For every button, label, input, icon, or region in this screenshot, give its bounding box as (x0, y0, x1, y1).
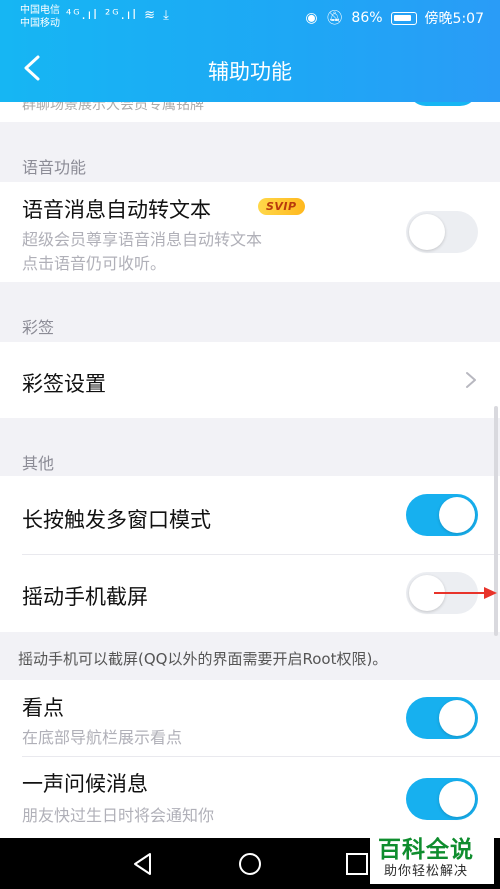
kandian-desc: 在底部导航栏展示看点 (22, 728, 183, 747)
shake-screenshot-title: 摇动手机截屏 (22, 585, 148, 609)
settings-list: 群聊场景展示大会员专属铭牌 语音功能 语音消息自动转文本 SVIP 超级会员尊享… (0, 102, 500, 838)
chevron-right-icon (466, 372, 476, 388)
status-bar: 中国电信 中国移动 ⁴ᴳ.ıl ²ᴳ.ıl ≋ ⤓ ◉ 🔕︎ 86% 傍晚5:0… (0, 0, 500, 36)
section-header-voice: 语音功能 (22, 158, 87, 177)
scrollbar[interactable] (494, 406, 498, 636)
status-right: ◉ 🔕︎ 86% 傍晚5:07 (305, 8, 484, 28)
voice-to-text-desc-2: 点击语音仍可收听。 (22, 254, 167, 273)
watermark-subtitle: 助你轻松解决 (384, 864, 469, 879)
greeting-title: 一声问候消息 (22, 772, 148, 796)
title-bar: 辅助功能 (0, 36, 500, 102)
partial-row-text: 群聊场景展示大会员专属铭牌 (22, 102, 204, 113)
watermark: 百科全说 助你轻松解决 (370, 828, 494, 884)
greeting-row[interactable]: 一声问候消息 朋友快过生日时将会通知你 (0, 756, 500, 838)
other-group: 长按触发多窗口模式 摇动手机截屏 (0, 476, 500, 632)
voice-to-text-toggle[interactable] (406, 211, 478, 253)
signal-icons: ⁴ᴳ.ıl ²ᴳ.ıl ≋ ⤓ (66, 8, 171, 23)
multi-window-row[interactable]: 长按触发多窗口模式 (0, 476, 500, 554)
svip-badge: SVIP (258, 198, 305, 215)
feed-group: 看点 在底部导航栏展示看点 一声问候消息 朋友快过生日时将会通知你 (0, 680, 500, 838)
section-header-other: 其他 (22, 454, 55, 473)
multi-window-toggle[interactable] (406, 494, 478, 536)
voice-to-text-title: 语音消息自动转文本 (22, 198, 211, 222)
shake-screenshot-row[interactable]: 摇动手机截屏 (0, 554, 500, 632)
toggle-knob (409, 214, 445, 250)
caiqian-settings-row[interactable]: 彩签设置 (0, 342, 500, 418)
page-title: 辅助功能 (208, 60, 292, 84)
multi-window-title: 长按触发多窗口模式 (22, 508, 211, 532)
clock: 傍晚5:07 (424, 11, 484, 27)
caiqian-settings-title: 彩签设置 (22, 372, 106, 396)
toggle-knob (439, 700, 475, 736)
section-header-caiqian: 彩签 (22, 318, 55, 337)
greeting-desc: 朋友快过生日时将会通知你 (22, 806, 215, 825)
back-triangle-icon[interactable] (130, 851, 156, 877)
watermark-title: 百科全说 (378, 837, 474, 863)
battery-percent: 86% (351, 10, 383, 26)
voice-to-text-row[interactable]: 语音消息自动转文本 SVIP 超级会员尊享语音消息自动转文本 点击语音仍可收听。 (0, 182, 500, 282)
toggle-knob (439, 497, 475, 533)
kandian-title: 看点 (22, 696, 64, 720)
recents-square-icon[interactable] (344, 851, 370, 877)
partial-setting-row: 群聊场景展示大会员专属铭牌 (0, 102, 500, 122)
carrier-1: 中国电信 (20, 5, 60, 16)
annotation-arrow-icon (434, 587, 497, 599)
eye-icon: ◉ (305, 10, 318, 26)
toggle-knob (439, 781, 475, 817)
mute-icon: 🔕︎ (325, 10, 344, 26)
kandian-row[interactable]: 看点 在底部导航栏展示看点 (0, 680, 500, 756)
battery-icon (390, 11, 417, 25)
greeting-toggle[interactable] (406, 778, 478, 820)
home-circle-icon[interactable] (237, 851, 263, 877)
partial-toggle[interactable] (408, 102, 478, 106)
carrier-2: 中国移动 (20, 18, 60, 29)
kandian-toggle[interactable] (406, 697, 478, 739)
shake-screenshot-note: 摇动手机可以截屏(QQ以外的界面需要开启Root权限)。 (18, 650, 388, 668)
carrier-labels: 中国电信 中国移动 (20, 4, 60, 30)
voice-to-text-desc-1: 超级会员尊享语音消息自动转文本 (22, 230, 263, 249)
